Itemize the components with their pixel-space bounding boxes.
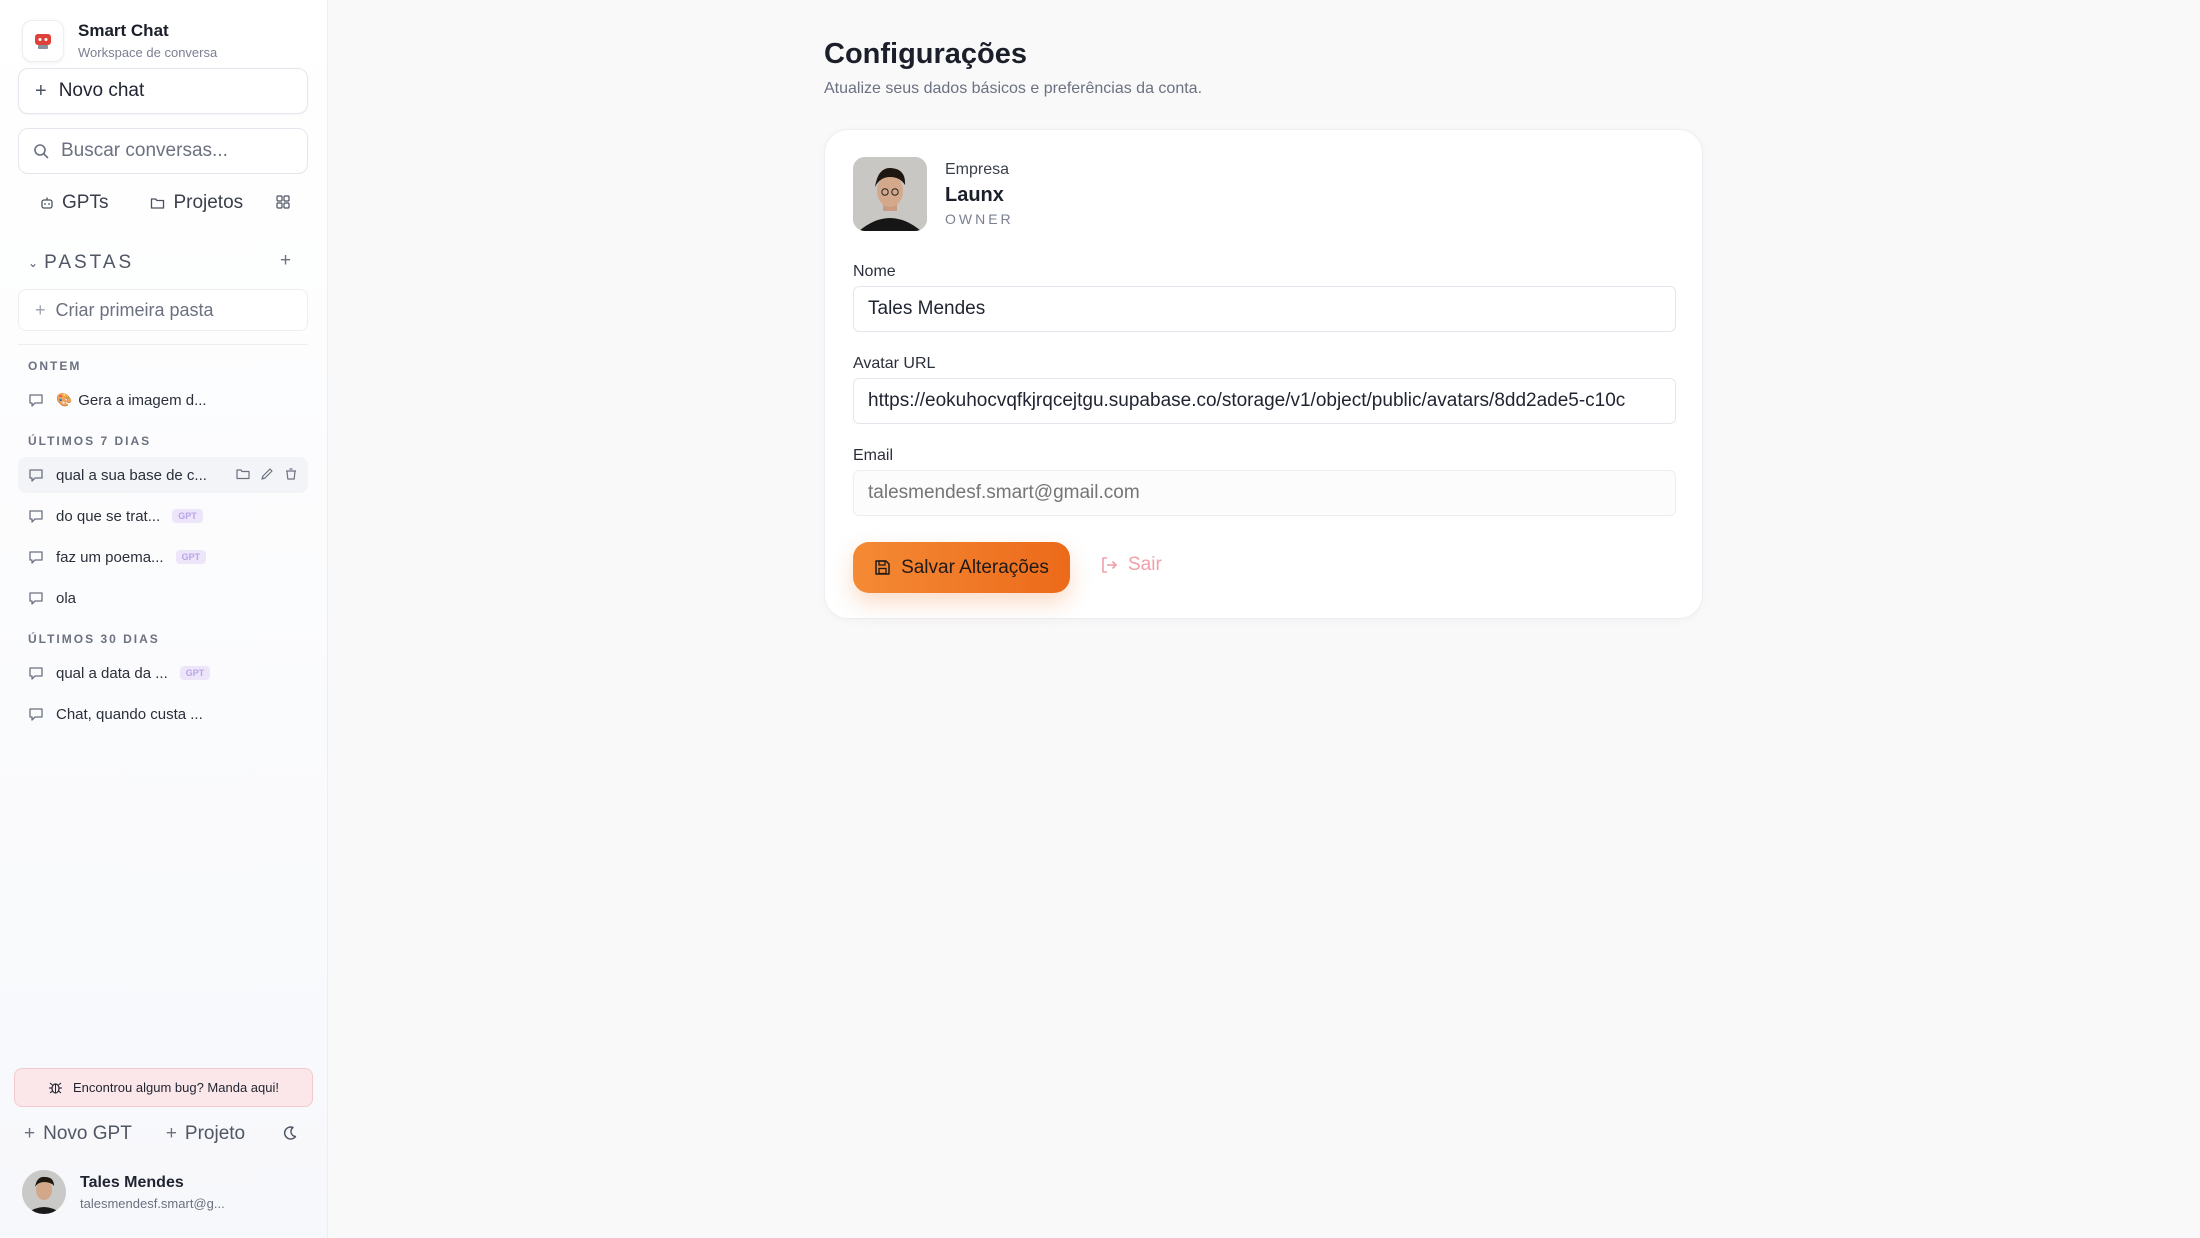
brand-title: Smart Chat: [78, 21, 169, 40]
settings-card: Empresa Launx OWNER Nome Avatar URL Emai…: [824, 129, 1703, 619]
avatar-url-input[interactable]: [868, 390, 1661, 412]
move-to-folder-icon[interactable]: [236, 467, 250, 481]
gpt-badge: GPT: [175, 550, 207, 564]
chat-title: qual a data da ...: [56, 664, 168, 682]
avatar: [853, 157, 927, 231]
folders-title: PASTAS: [44, 252, 135, 273]
save-button[interactable]: Salvar Alterações: [853, 542, 1070, 593]
create-folder-button[interactable]: + Criar primeira pasta: [18, 289, 308, 331]
moon-icon[interactable]: [282, 1125, 298, 1146]
chat-item[interactable]: 🎨 Gera a imagem d...: [18, 382, 308, 418]
role-badge: OWNER: [945, 211, 1014, 227]
chat-item[interactable]: do que se trat... GPT: [18, 498, 308, 534]
projects-link[interactable]: Projetos: [150, 192, 243, 214]
grid-icon[interactable]: [276, 195, 290, 214]
create-folder-label: Criar primeira pasta: [55, 299, 214, 320]
chat-title: ola: [56, 589, 77, 607]
section-label-last-7-days: ÚLTIMOS 7 DIAS: [28, 434, 152, 448]
edit-icon[interactable]: [260, 467, 274, 481]
chat-item[interactable]: qual a data da ... GPT: [18, 655, 308, 691]
name-label: Nome: [853, 263, 896, 280]
email-field-wrapper: [853, 470, 1676, 516]
email-field: [868, 482, 1661, 504]
logout-icon: [1102, 557, 1117, 573]
avatar-url-field-wrapper: [853, 378, 1676, 424]
section-label-last-30-days: ÚLTIMOS 30 DIAS: [28, 632, 160, 646]
new-project-button[interactable]: + Projeto: [166, 1123, 245, 1145]
page-title: Configurações: [824, 38, 1028, 70]
chat-title: Chat, quando custa ...: [56, 705, 203, 723]
logout-label: Sair: [1128, 554, 1162, 575]
plus-icon: +: [35, 299, 46, 320]
new-chat-button[interactable]: + Novo chat: [18, 68, 308, 114]
plus-icon: +: [35, 79, 47, 102]
user-name: Tales Mendes: [80, 1173, 184, 1191]
plus-icon: +: [165, 1123, 177, 1144]
message-icon: [29, 592, 43, 605]
message-icon: [29, 708, 43, 721]
search-box[interactable]: [18, 128, 308, 174]
folder-icon: [151, 198, 165, 209]
palette-emoji: 🎨: [56, 392, 73, 407]
message-icon: [29, 510, 43, 523]
email-label: Email: [853, 447, 894, 464]
save-icon: [875, 560, 890, 575]
message-icon: [29, 394, 43, 407]
user-profile[interactable]: Tales Mendes talesmendesf.smart@g...: [22, 1170, 225, 1214]
chat-item[interactable]: ola: [18, 580, 308, 616]
chat-title: do que se trat...: [56, 507, 161, 525]
name-input[interactable]: [868, 298, 1661, 320]
company-label: Empresa: [945, 161, 1010, 178]
gpts-label: GPTs: [62, 192, 109, 213]
new-chat-label: Novo chat: [58, 80, 145, 101]
chat-item[interactable]: faz um poema... GPT: [18, 539, 308, 575]
message-icon: [29, 667, 43, 680]
brand[interactable]: Smart Chat Workspace de conversa: [22, 20, 217, 62]
new-project-label: Projeto: [184, 1123, 246, 1144]
robot-icon: [41, 197, 53, 209]
chevron-down-icon: ⌄: [28, 256, 39, 270]
gpt-badge: GPT: [172, 509, 203, 523]
chat-title: Gera a imagem d...: [78, 391, 207, 409]
gpt-badge: GPT: [179, 666, 211, 680]
bottom-actions: + Novo GPT + Projeto: [24, 1123, 245, 1145]
gpts-link[interactable]: GPTs: [40, 192, 108, 214]
avatar-url-label: Avatar URL: [853, 355, 936, 372]
row-actions: [236, 467, 298, 481]
page-subtitle: Atualize seus dados básicos e preferênci…: [824, 80, 1203, 97]
sidebar: Smart Chat Workspace de conversa + Novo …: [0, 0, 328, 1238]
new-gpt-label: Novo GPT: [43, 1123, 132, 1144]
message-icon: [29, 469, 43, 482]
save-label: Salvar Alterações: [901, 556, 1049, 578]
search-icon: [34, 144, 49, 159]
trash-icon[interactable]: [284, 467, 298, 481]
section-label-yesterday: ONTEM: [28, 359, 82, 373]
user-email: talesmendesf.smart@g...: [80, 1195, 225, 1211]
bug-icon: [49, 1082, 62, 1094]
message-icon: [29, 551, 43, 564]
chat-item-active[interactable]: qual a sua base de c...: [18, 457, 308, 493]
new-gpt-button[interactable]: + Novo GPT: [24, 1123, 132, 1145]
profile-header: Empresa Launx OWNER: [853, 157, 1014, 231]
bug-report-label: Encontrou algum bug? Manda aqui!: [73, 1080, 279, 1095]
brand-subtitle: Workspace de conversa: [78, 45, 218, 60]
search-input[interactable]: [61, 140, 291, 162]
avatar: [22, 1170, 66, 1214]
quick-links: GPTs Projetos: [40, 192, 243, 214]
bug-report-button[interactable]: Encontrou algum bug? Manda aqui!: [14, 1068, 313, 1107]
chat-logo-icon: [22, 20, 64, 62]
plus-icon: +: [24, 1123, 36, 1144]
folders-toggle[interactable]: ⌄ PASTAS: [28, 252, 298, 274]
company-name: Launx: [945, 184, 1004, 206]
chat-item[interactable]: Chat, quando custa ...: [18, 696, 308, 732]
logout-button[interactable]: Sair: [1100, 554, 1162, 576]
chat-title: qual a sua base de c...: [56, 466, 207, 484]
add-folder-icon[interactable]: +: [280, 250, 291, 272]
divider: [18, 344, 308, 345]
name-field-wrapper: [853, 286, 1676, 332]
chat-title: faz um poema...: [56, 548, 164, 566]
projects-label: Projetos: [173, 192, 244, 213]
